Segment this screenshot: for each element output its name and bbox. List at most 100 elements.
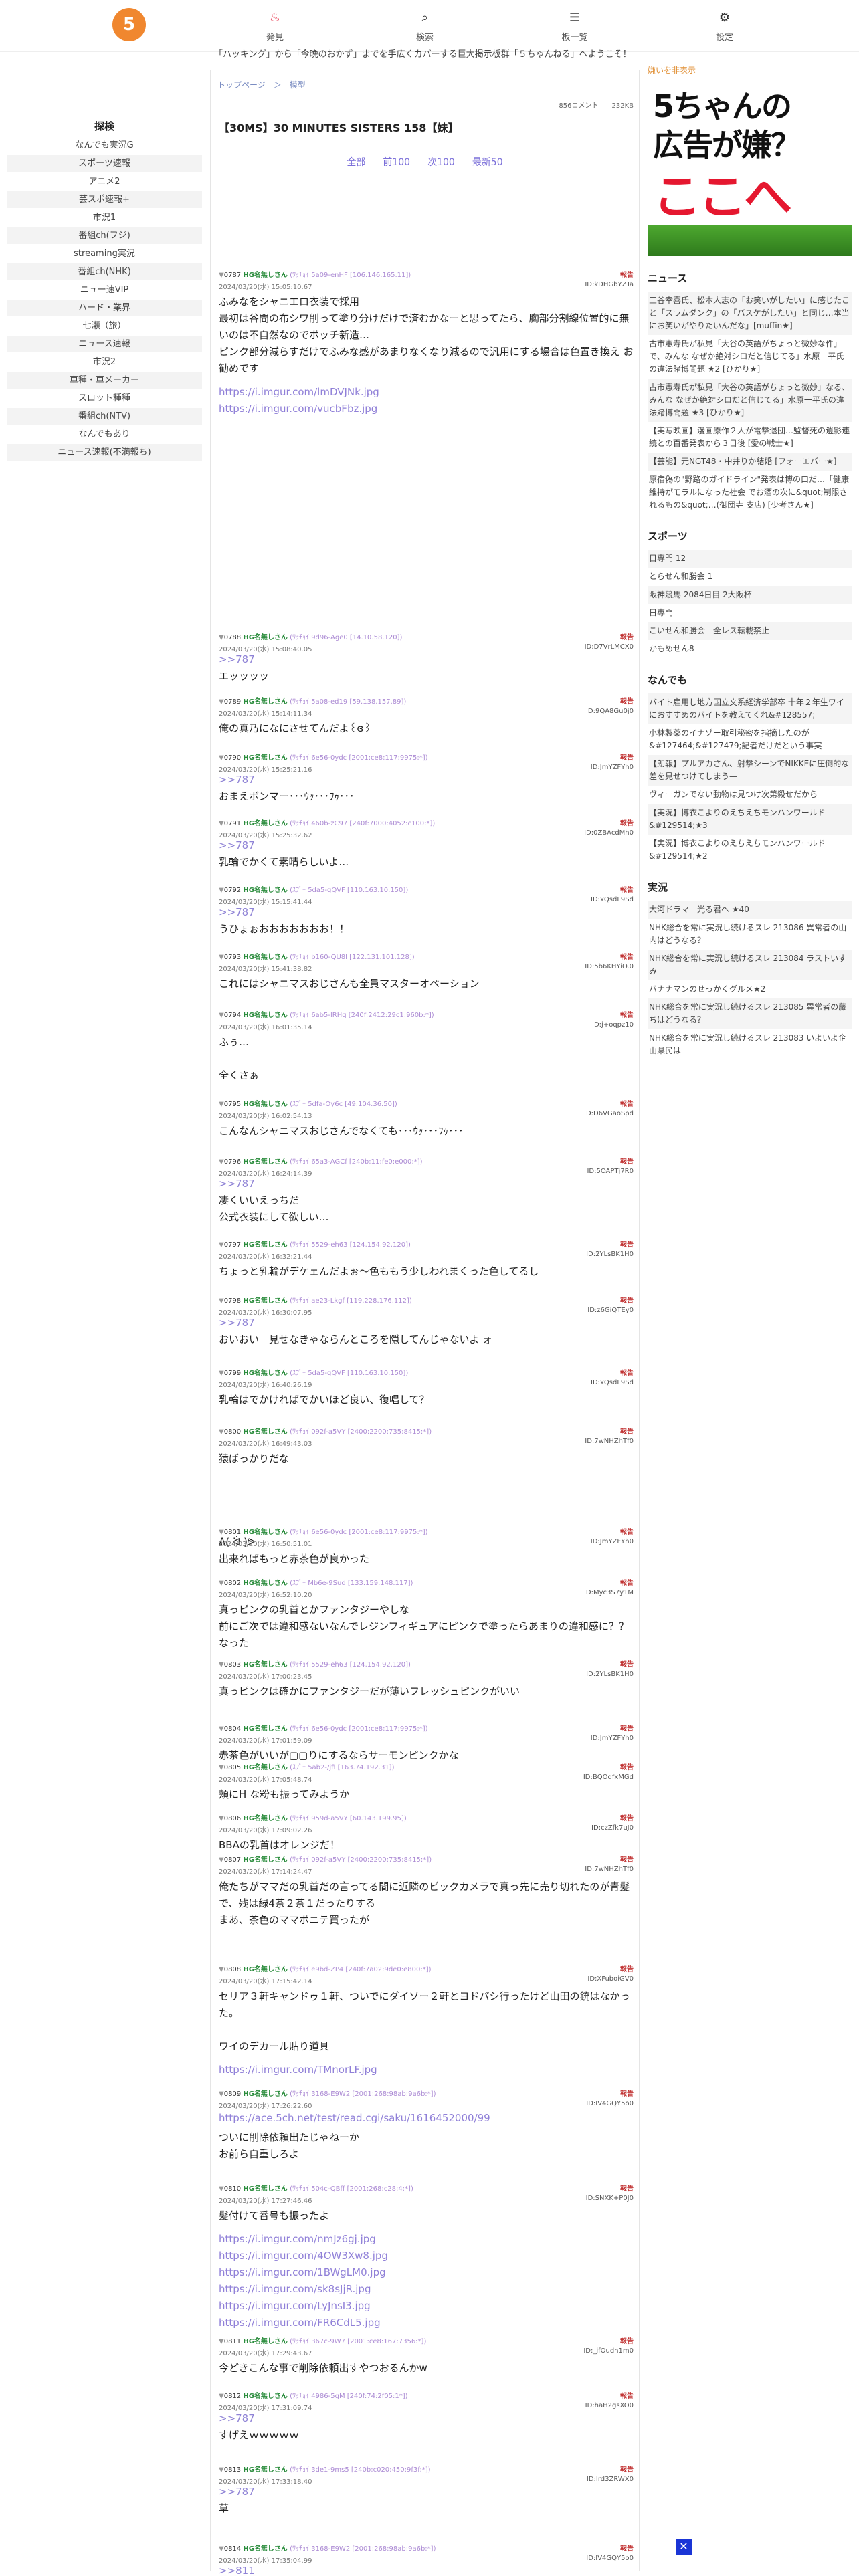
post-id[interactable]: ID:JmYZFYh0: [591, 764, 634, 771]
post-id[interactable]: ID:haH2gsXO0: [585, 2402, 634, 2409]
post-arrow-icon[interactable]: ▼: [219, 634, 224, 641]
sidebar-link[interactable]: 古市憲寿氏が私見「大谷の英語がちょっと微妙な件」で、みんな なぜか絶対シロだと信…: [648, 335, 852, 379]
report-button[interactable]: 報告: [620, 2335, 634, 2345]
sidebar-link[interactable]: ヴィーガンでない動物は見つけ次第殺せだから: [648, 786, 852, 804]
breadcrumb[interactable]: トップページ ＞ 模型: [211, 70, 639, 90]
post-arrow-icon[interactable]: ▼: [219, 1580, 224, 1587]
reply-anchor[interactable]: >>787: [219, 653, 634, 665]
sidebar-link[interactable]: バナナマンのせっかくグルメ★2: [648, 980, 852, 998]
post-id[interactable]: ID:kDHGbYZTa: [585, 281, 634, 288]
post-id[interactable]: ID:czZfk7uJ0: [591, 1824, 634, 1832]
post-arrow-icon[interactable]: ▼: [219, 2338, 224, 2345]
sidebar-link[interactable]: 小林製薬のイナゾー取引秘密を指摘したのが&#127464;&#127479;記者…: [648, 724, 852, 755]
post-id[interactable]: ID:Ird3ZRWX0: [587, 2476, 634, 2483]
reply-anchor[interactable]: >>787: [219, 906, 634, 918]
post-number[interactable]: 0808: [224, 1966, 241, 1973]
nav-settings[interactable]: ⚙ 設定: [694, 11, 755, 43]
pager-latest[interactable]: 最新50: [472, 155, 503, 169]
ad-banner[interactable]: 5ちゃんの 広告が嫌？ ここへ: [648, 78, 852, 256]
post-number[interactable]: 0803: [224, 1661, 241, 1669]
post-id[interactable]: ID:xQsdL9Sd: [591, 896, 634, 903]
post-link[interactable]: https://i.imgur.com/vucbFbz.jpg: [219, 401, 634, 417]
post-arrow-icon[interactable]: ▼: [219, 1012, 224, 1019]
post-arrow-icon[interactable]: ▼: [219, 1764, 224, 1772]
post-id[interactable]: ID:z6GiQTEy0: [587, 1307, 634, 1314]
sidebar-link[interactable]: 三谷幸喜氏、松本人志の「お笑いがしたい」に感じたこと「スラムダンク」の「バスケが…: [648, 292, 852, 335]
report-button[interactable]: 報告: [620, 1156, 634, 1166]
post-number[interactable]: 0796: [224, 1158, 241, 1166]
post-arrow-icon[interactable]: ▼: [219, 1297, 224, 1305]
post-link[interactable]: https://i.imgur.com/TMnorLF.jpg: [219, 2062, 634, 2078]
sidebar-link[interactable]: 古市憲寿氏が私見「大谷の英語がちょっと微妙」なる、みんな なぜか絶対シロだと信じ…: [648, 379, 852, 422]
post-number[interactable]: 0802: [224, 1580, 241, 1587]
report-button[interactable]: 報告: [620, 2464, 634, 2474]
sidebar-link[interactable]: 【芸能】元NGT48・中井りか結婚 [フォーエバー★]: [648, 453, 852, 471]
report-button[interactable]: 報告: [620, 951, 634, 961]
post-id[interactable]: ID:2YLsBK1H0: [586, 1671, 634, 1678]
post-arrow-icon[interactable]: ▼: [219, 1158, 224, 1166]
post-arrow-icon[interactable]: ▼: [219, 954, 224, 961]
category-link[interactable]: ニュース速報: [7, 336, 202, 352]
post-id[interactable]: ID:5b6KHYiO.0: [585, 963, 634, 970]
category-link[interactable]: 芸スポ速報+: [7, 191, 202, 208]
post-arrow-icon[interactable]: ▼: [219, 1370, 224, 1377]
post-id[interactable]: ID:_jfOudn1m0: [583, 2347, 634, 2355]
post-id[interactable]: ID:Myc3S7y1M: [584, 1589, 634, 1596]
pager-prev[interactable]: 前100: [383, 155, 410, 169]
post-link[interactable]: https://i.imgur.com/4OW3Xw8.jpg: [219, 2248, 634, 2264]
sidebar-link[interactable]: 大河ドラマ 光る君へ ★40: [648, 901, 852, 919]
post-arrow-icon[interactable]: ▼: [219, 1428, 224, 1436]
report-button[interactable]: 報告: [620, 2390, 634, 2400]
post-id[interactable]: ID:IV4GQY5o0: [586, 2555, 634, 2562]
pager-next[interactable]: 次100: [427, 155, 455, 169]
report-button[interactable]: 報告: [620, 1426, 634, 1436]
post-number[interactable]: 0792: [224, 887, 241, 894]
sidebar-link[interactable]: NHK総合を常に実況し続けるスレ 213084 ラストいすみ: [648, 950, 852, 980]
report-button[interactable]: 報告: [620, 1526, 634, 1536]
post-arrow-icon[interactable]: ▼: [219, 1856, 224, 1864]
post-arrow-icon[interactable]: ▼: [219, 2545, 224, 2553]
post-arrow-icon[interactable]: ▼: [219, 2185, 224, 2193]
post-id[interactable]: ID:5OAPTj7R0: [587, 1168, 634, 1175]
post-id[interactable]: ID:D6VGaoSpd: [584, 1110, 634, 1117]
post-link[interactable]: https://i.imgur.com/FR6CdL5.jpg: [219, 2315, 634, 2331]
reply-anchor[interactable]: >>787: [219, 774, 634, 786]
post-arrow-icon[interactable]: ▼: [219, 1725, 224, 1733]
post-number[interactable]: 0811: [224, 2338, 241, 2345]
category-link[interactable]: スポーツ速報: [7, 155, 202, 172]
report-button[interactable]: 報告: [620, 1239, 634, 1249]
post-id[interactable]: ID:JmYZFYh0: [591, 1735, 634, 1742]
post-arrow-icon[interactable]: ▼: [219, 2466, 224, 2474]
category-link[interactable]: ニュース速報(不満報ち): [7, 444, 202, 461]
post-id[interactable]: ID:D7VrLMCX0: [585, 643, 634, 651]
report-button[interactable]: 報告: [620, 1854, 634, 1864]
report-button[interactable]: 報告: [620, 2088, 634, 2098]
post-number[interactable]: 0791: [224, 820, 241, 827]
post-id[interactable]: ID:7wNHZhTf0: [585, 1866, 634, 1873]
sidebar-link[interactable]: 【実写映画】漫画原作２人が電撃退団…監督死の遺影連続との百番発表から３日後 [愛…: [648, 422, 852, 453]
post-arrow-icon[interactable]: ▼: [219, 2090, 224, 2098]
sidebar-link[interactable]: 日専門 12: [648, 550, 852, 568]
ad-hide-link[interactable]: 嫌いを非表示: [648, 64, 852, 76]
category-link[interactable]: スロット種種: [7, 390, 202, 407]
report-button[interactable]: 報告: [620, 1367, 634, 1377]
post-number[interactable]: 0790: [224, 754, 241, 762]
report-button[interactable]: 報告: [620, 884, 634, 894]
post-number[interactable]: 0789: [224, 698, 241, 706]
category-link[interactable]: 市況2: [7, 354, 202, 370]
sidebar-link[interactable]: NHK総合を常に実況し続けるスレ 213086 異常者の山内はどうなる？: [648, 919, 852, 950]
post-number[interactable]: 0801: [224, 1529, 241, 1536]
sidebar-link[interactable]: 【実況】博衣こよりのえちえちモンハンワールド&#129514;★2: [648, 835, 852, 865]
category-link[interactable]: なんでも実況G: [7, 137, 202, 154]
post-arrow-icon[interactable]: ▼: [219, 1966, 224, 1973]
close-icon[interactable]: ✕: [676, 2539, 692, 2555]
post-id[interactable]: ID:xQsdL9Sd: [591, 1379, 634, 1386]
post-number[interactable]: 0812: [224, 2393, 241, 2400]
post-number[interactable]: 0793: [224, 954, 241, 961]
category-link[interactable]: ニュー速VIP: [7, 282, 202, 298]
post-number[interactable]: 0795: [224, 1101, 241, 1108]
site-logo[interactable]: 5: [112, 8, 146, 41]
reply-anchor[interactable]: >>787: [219, 2486, 634, 2498]
category-link[interactable]: 市況1: [7, 209, 202, 226]
post-arrow-icon[interactable]: ▼: [219, 820, 224, 827]
